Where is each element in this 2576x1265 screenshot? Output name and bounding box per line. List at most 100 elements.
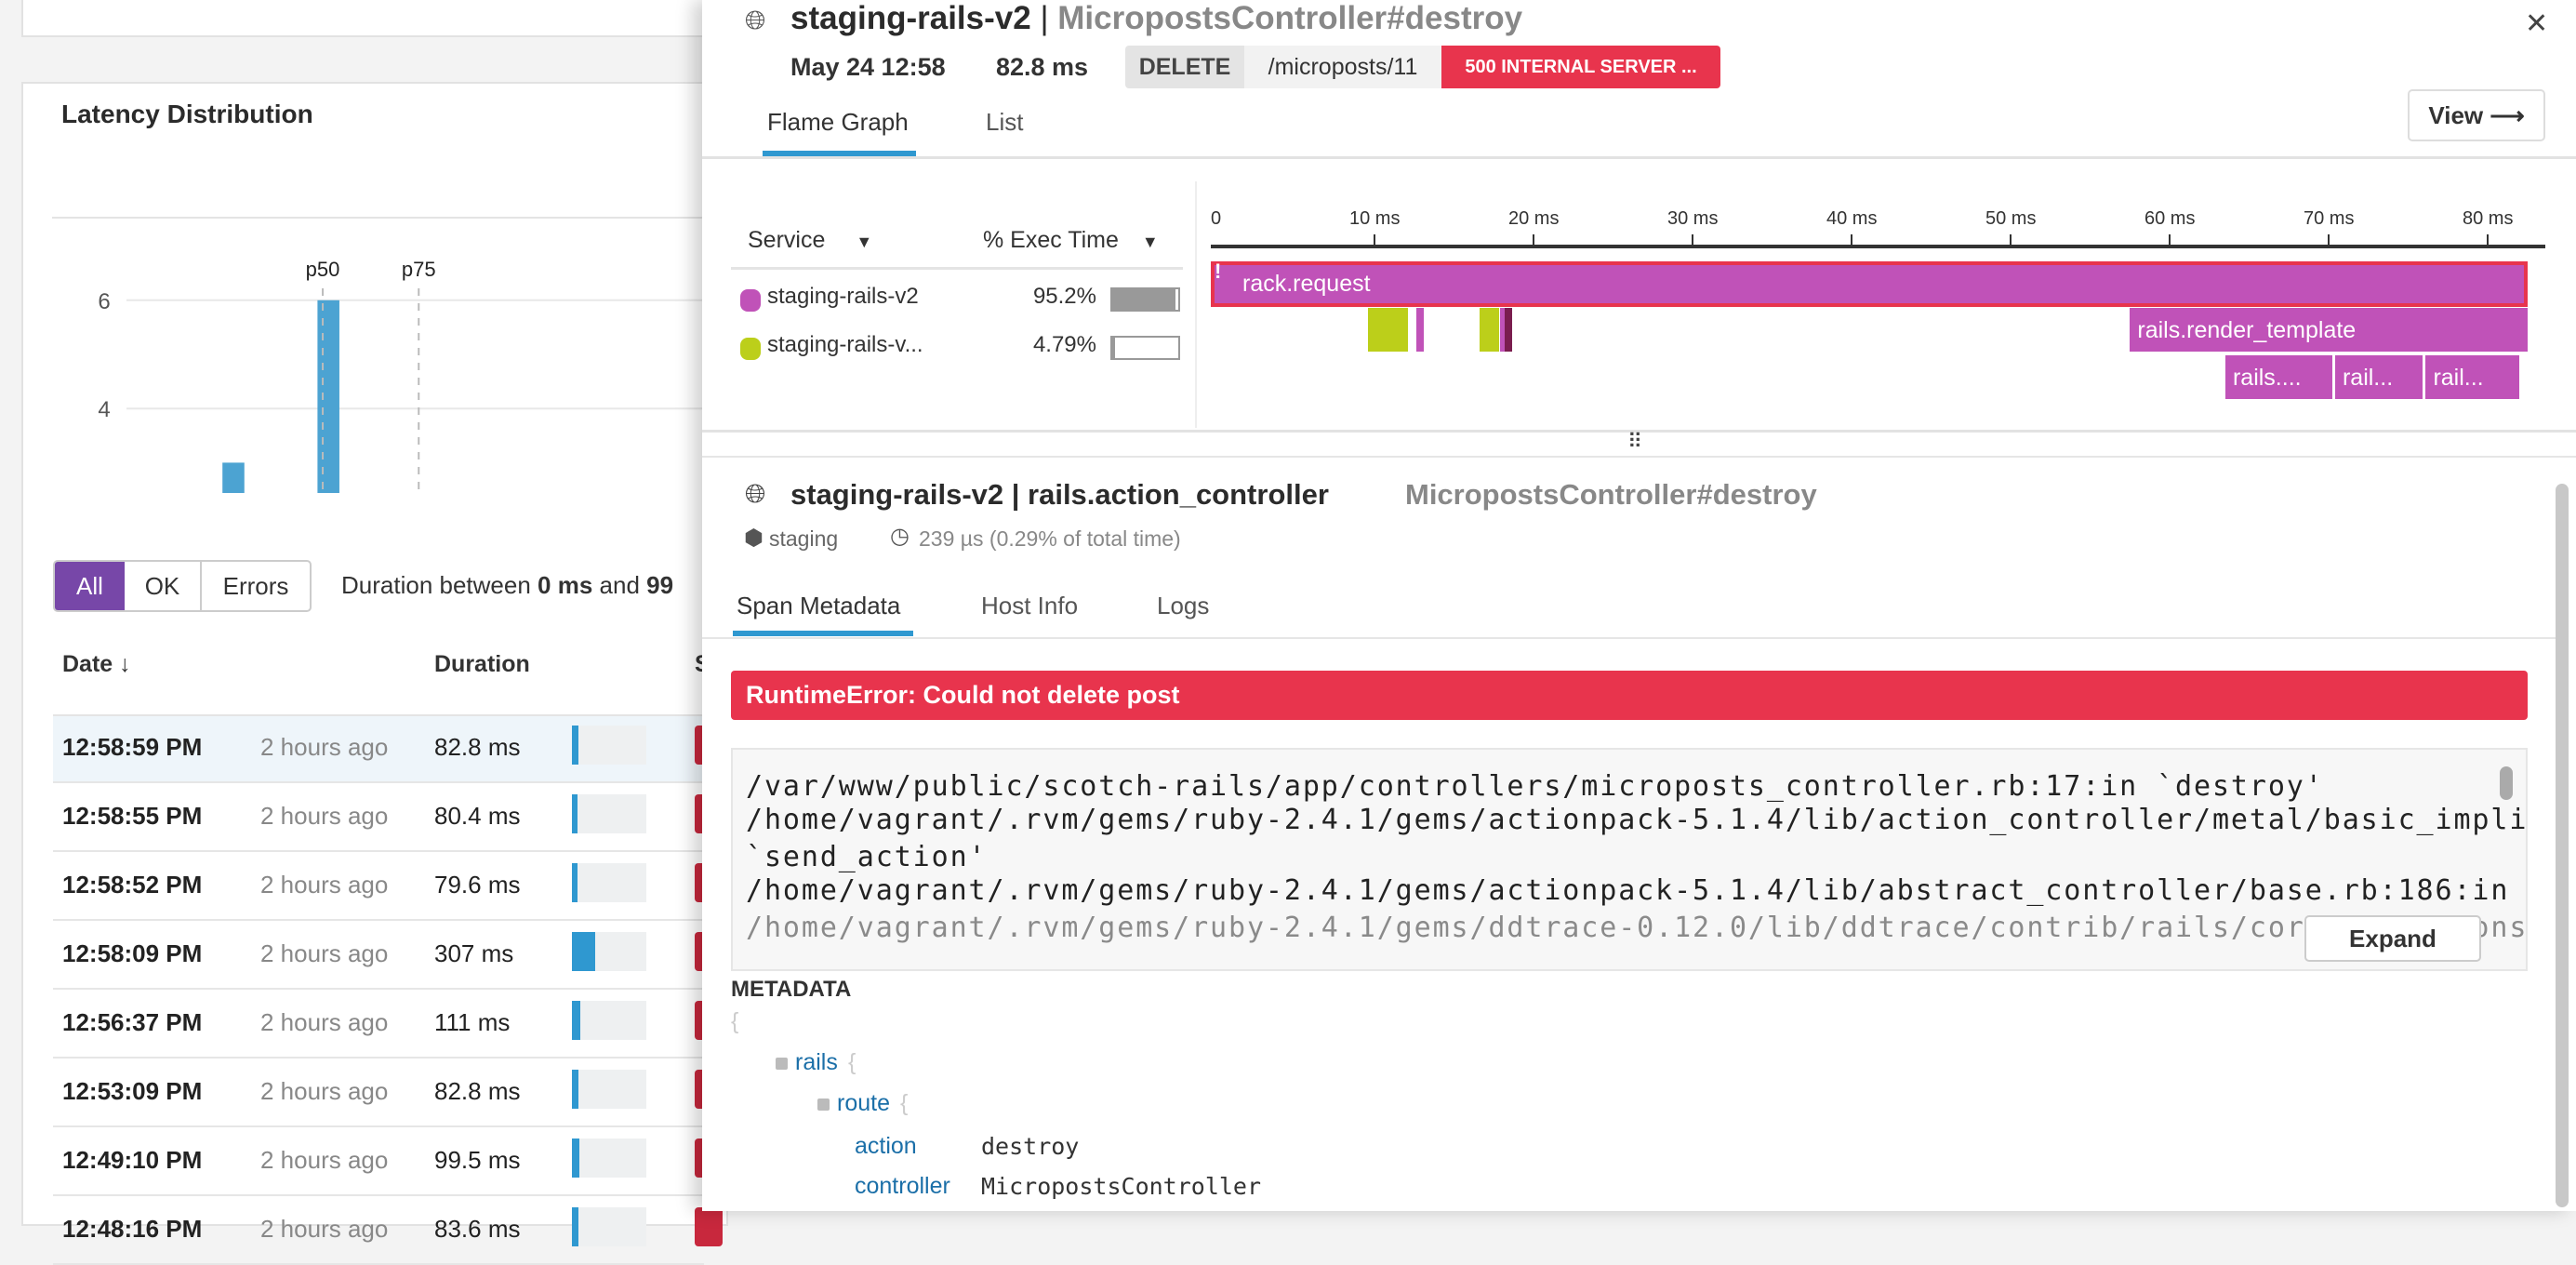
json-brace: { (900, 1090, 908, 1117)
status-filter: All OK Errors (53, 560, 312, 612)
key-action: action (855, 1133, 917, 1160)
stack-line: /home/vagrant/.rvm/gems/ruby-2.4.1/gems/… (746, 804, 2528, 836)
flame-span[interactable]: rails.render_template (2130, 308, 2528, 352)
row-relative-time: 2 hours ago (260, 1008, 388, 1037)
row-relative-time: 2 hours ago (260, 1215, 388, 1244)
filter-all-button[interactable]: All (55, 562, 125, 610)
service-header[interactable]: Service ▼ (748, 227, 872, 254)
duration-bar-fill (572, 863, 578, 902)
row-relative-time: 2 hours ago (260, 802, 388, 831)
trace-resource: MicropostsController#destroy (1057, 0, 1522, 36)
flame-span[interactable] (1505, 308, 1512, 352)
timeline-tick-label: 80 ms (2463, 208, 2513, 230)
flame-span[interactable] (1480, 308, 1499, 352)
flame-span[interactable]: rails.... (2225, 355, 2332, 399)
key-route[interactable]: route (837, 1090, 890, 1117)
table-row[interactable]: 12:49:10 PM2 hours ago99.5 ms (53, 1129, 704, 1196)
legend-service-name[interactable]: staging-rails-v... (767, 332, 923, 358)
caret-down-icon: ▼ (856, 233, 872, 251)
table-row[interactable]: 12:48:16 PM2 hours ago83.6 ms (53, 1198, 704, 1265)
exec-time-bar-fill (1112, 338, 1115, 358)
timeline-tick-label: 0 (1211, 208, 1221, 230)
legend-exec-pct: 4.79% (1009, 332, 1096, 358)
view-button[interactable]: View ⟶ (2408, 89, 2545, 141)
duration-bar (572, 863, 646, 902)
row-time: 12:53:09 PM (62, 1077, 202, 1106)
table-row[interactable]: 12:58:52 PM2 hours ago79.6 ms (53, 854, 704, 921)
date-column-header[interactable]: Date ↓ (62, 651, 131, 678)
tab-logs[interactable]: Logs (1157, 592, 1209, 620)
span-env: staging (769, 526, 838, 552)
table-row[interactable]: 12:58:55 PM 2 hours ago 80.4 ms (53, 785, 704, 852)
timeline-axis (1211, 245, 2545, 248)
clock-icon: ◷ (890, 523, 910, 550)
duration-bar-fill (572, 1207, 578, 1246)
row-time: 12:58:59 PM (62, 733, 202, 762)
tab-list[interactable]: List (986, 108, 1023, 137)
filter-ok-button[interactable]: OK (125, 562, 202, 610)
collapse-rails-toggle[interactable] (776, 1058, 788, 1070)
table-row[interactable]: 12:58:59 PM2 hours ago82.8 ms (53, 716, 704, 783)
flame-span[interactable]: rail... (2335, 355, 2423, 399)
panel-scrollbar[interactable] (2556, 484, 2569, 1207)
tab-span-metadata[interactable]: Span Metadata (737, 592, 900, 620)
tab-host-info[interactable]: Host Info (981, 592, 1078, 620)
error-banner: RuntimeError: Could not delete post (731, 671, 2528, 720)
code-scrollbar[interactable] (2500, 766, 2513, 800)
error-marker-icon: ! (1215, 260, 1221, 284)
filter-errors-button[interactable]: Errors (202, 562, 310, 610)
latency-histogram: 0246p50p750 ns100 ms200 ms (0, 158, 707, 493)
table-row[interactable]: 12:56:37 PM2 hours ago111 ms (53, 992, 704, 1059)
table-row[interactable]: 12:53:09 PM2 hours ago82.8 ms (53, 1060, 704, 1127)
duration-max[interactable]: 99 (646, 571, 673, 599)
row-relative-time: 2 hours ago (260, 871, 388, 899)
method-badge: DELETE (1125, 46, 1244, 88)
key-rails[interactable]: rails (795, 1049, 838, 1076)
tab-flame-graph[interactable]: Flame Graph (767, 108, 909, 137)
stack-line: /var/www/public/scotch-rails/app/control… (746, 770, 2324, 803)
percentile-label: p75 (402, 258, 436, 281)
duration-bar-fill (572, 726, 578, 765)
value-action: destroy (981, 1133, 1079, 1160)
title-separator: | (1040, 0, 1048, 36)
vertical-divider (1195, 181, 1197, 428)
row-time: 12:58:55 PM (62, 802, 202, 831)
histogram-bar[interactable] (222, 462, 245, 493)
legend-service-name[interactable]: staging-rails-v2 (767, 284, 919, 310)
trace-service: staging-rails-v2 (790, 0, 1031, 36)
service-color-dot (740, 338, 761, 360)
histogram-bar[interactable] (317, 300, 339, 493)
close-icon[interactable]: ✕ (2525, 7, 2548, 40)
exec-header-label: % Exec Time (983, 227, 1119, 253)
duration-bar (572, 794, 646, 833)
duration-bar-fill (572, 1070, 578, 1109)
flame-span[interactable] (1368, 308, 1408, 352)
y-tick-label: 4 (98, 397, 110, 422)
row-duration: 82.8 ms (434, 733, 521, 762)
globe-icon: 🌐︎ (745, 6, 765, 36)
exec-time-header[interactable]: % Exec Time ▼ (983, 227, 1159, 254)
duration-bar-fill (572, 1001, 580, 1040)
resize-handle[interactable]: ⠿ (1627, 430, 1640, 454)
trace-date: May 24 12:58 (790, 53, 946, 82)
table-row[interactable]: 12:58:09 PM2 hours ago307 ms (53, 923, 704, 990)
row-duration: 80.4 ms (434, 802, 521, 831)
flame-span[interactable]: rack.request (1211, 261, 2528, 307)
timeline-tick-label: 30 ms (1667, 208, 1718, 230)
env-icon: ⬢ (744, 525, 764, 552)
json-brace: { (731, 1008, 738, 1035)
timeline-tick-label: 70 ms (2304, 208, 2354, 230)
trace-title: staging-rails-v2 | MicropostsController#… (790, 0, 1522, 37)
row-time: 12:56:37 PM (62, 1008, 202, 1037)
caret-down-icon: ▼ (1142, 233, 1159, 251)
collapse-route-toggle[interactable] (817, 1099, 830, 1111)
duration-bar (572, 1001, 646, 1040)
flame-span[interactable] (1416, 308, 1424, 352)
panel-divider (702, 456, 2576, 458)
flame-span[interactable]: rail... (2425, 355, 2519, 399)
row-time: 12:58:09 PM (62, 939, 202, 968)
duration-column-header[interactable]: Duration (434, 651, 530, 678)
duration-min[interactable]: 0 ms (538, 571, 592, 599)
expand-button[interactable]: Expand (2304, 915, 2481, 962)
latency-title: Latency Distribution (61, 100, 313, 129)
